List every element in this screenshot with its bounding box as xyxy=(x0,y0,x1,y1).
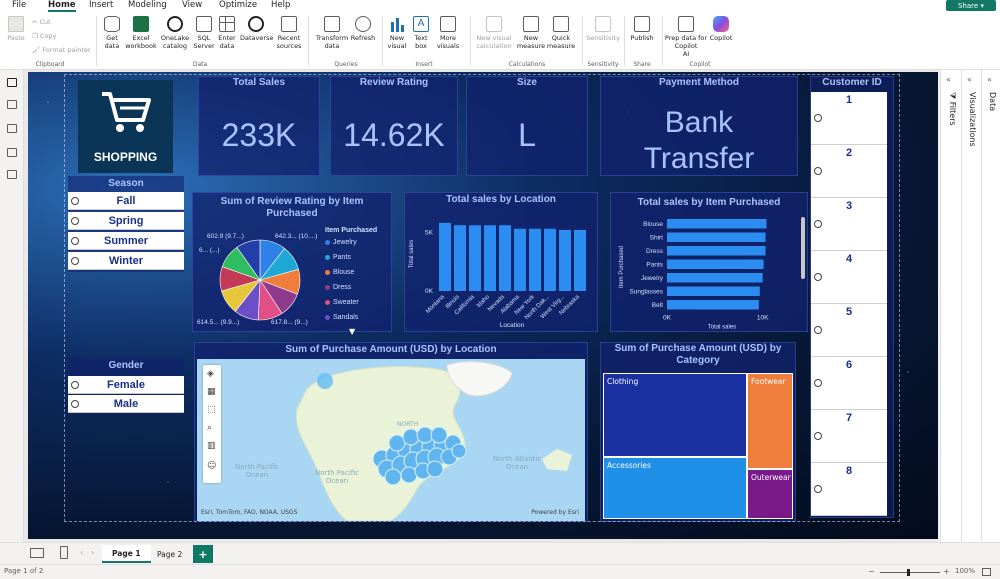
status-bar: Page 1 of 2 − + 100% xyxy=(0,564,1000,579)
more-visuals-icon xyxy=(440,16,456,32)
bar-chart-icon xyxy=(389,16,405,32)
group-share: Share xyxy=(633,61,651,68)
group-sensitivity: Sensitivity xyxy=(587,61,619,68)
dataverse-icon xyxy=(248,16,264,32)
page-count: Page 1 of 2 xyxy=(4,567,44,575)
desktop-layout-icon[interactable] xyxy=(30,548,44,558)
data-pane[interactable]: « Data xyxy=(981,70,1000,542)
excel-icon xyxy=(133,16,149,32)
menu-help[interactable]: Help xyxy=(271,0,290,10)
copilot-button[interactable]: Copilot xyxy=(708,16,734,42)
brush-icon: 🖌 xyxy=(32,46,43,54)
calculator-icon xyxy=(523,16,539,32)
sensitivity-button[interactable]: Sensitivity xyxy=(586,16,620,42)
report-view-icon[interactable] xyxy=(7,78,17,87)
paste-button[interactable]: Paste xyxy=(4,16,28,42)
mobile-layout-icon[interactable] xyxy=(60,546,68,559)
chevron-down-icon: ▾ xyxy=(978,1,984,10)
publish-icon xyxy=(634,16,650,32)
new-visual-button[interactable]: New visual xyxy=(386,16,408,50)
prep-data-icon xyxy=(678,16,694,32)
table-icon xyxy=(219,16,235,32)
model-view-icon[interactable] xyxy=(7,124,17,133)
page-tab-bar: ‹ › Page 1 Page 2 + xyxy=(0,542,1000,564)
format-painter-button[interactable]: 🖌 Format painter xyxy=(32,46,91,54)
zoom-slider-thumb[interactable] xyxy=(907,569,910,576)
quick-measure-icon xyxy=(553,16,569,32)
copy-button[interactable]: ❐ Copy xyxy=(32,32,56,40)
table-view-icon[interactable] xyxy=(7,100,17,109)
view-switcher xyxy=(0,70,24,542)
new-visual-calculation-button[interactable]: New visual calculation xyxy=(474,16,514,50)
onelake-icon xyxy=(167,16,183,32)
sql-icon xyxy=(196,16,212,32)
group-insert: Insert xyxy=(415,61,433,68)
cut-button[interactable]: ✂ Cut xyxy=(32,18,51,26)
report-page: SHOPPING Total Sales 233K Review Rating … xyxy=(28,72,938,539)
menu-bar: File Home Insert Modeling View Optimize … xyxy=(0,0,1000,12)
enter-data-button[interactable]: Enter data xyxy=(216,16,238,50)
transform-data-button[interactable]: Transform data xyxy=(314,16,350,50)
refresh-button[interactable]: Refresh xyxy=(350,16,376,42)
excel-workbook-button[interactable]: Excel workbook xyxy=(125,16,157,50)
clock-icon xyxy=(281,16,297,32)
menu-modeling[interactable]: Modeling xyxy=(128,0,167,10)
menu-file[interactable]: File xyxy=(12,0,26,10)
copilot-icon xyxy=(713,16,729,32)
copy-icon: ❐ xyxy=(32,32,40,40)
selection-outline xyxy=(64,74,900,522)
zoom-out-icon[interactable]: − xyxy=(868,567,875,576)
refresh-icon xyxy=(355,16,371,32)
text-box-icon: A xyxy=(413,16,429,32)
group-data: Data xyxy=(192,61,208,68)
sql-server-button[interactable]: SQL Server xyxy=(193,16,215,50)
more-visuals-button[interactable]: More visuals xyxy=(433,16,463,50)
filter-icon: ⧩ xyxy=(948,92,957,102)
scroll-left-icon[interactable]: ‹ xyxy=(80,548,83,557)
paste-icon xyxy=(8,16,24,32)
side-panes: « ⧩ Filters « Visualizations « Data xyxy=(940,70,1000,542)
quick-measure-button[interactable]: Quick measure xyxy=(546,16,576,50)
menu-view[interactable]: View xyxy=(182,0,202,10)
tmdl-view-icon[interactable] xyxy=(7,170,17,179)
calculator-icon xyxy=(486,16,502,32)
visualizations-pane[interactable]: « Visualizations xyxy=(961,70,981,542)
tab-page-1[interactable]: Page 1 xyxy=(102,545,151,563)
text-box-button[interactable]: A Text box xyxy=(410,16,432,50)
zoom-in-icon[interactable]: + xyxy=(943,567,950,576)
tab-page-2[interactable]: Page 2 xyxy=(147,545,192,563)
add-page-button[interactable]: + xyxy=(193,545,213,563)
filters-pane[interactable]: « ⧩ Filters xyxy=(941,70,961,542)
dataverse-button[interactable]: Dataverse xyxy=(240,16,273,42)
scissors-icon: ✂ xyxy=(32,18,40,26)
publish-button[interactable]: Publish xyxy=(628,16,656,42)
zoom-level: 100% xyxy=(955,567,976,575)
prep-data-copilot-button[interactable]: Prep data for Copilot AI xyxy=(664,16,708,58)
menu-insert[interactable]: Insert xyxy=(89,0,113,10)
recent-sources-button[interactable]: Recent sources xyxy=(274,16,304,50)
new-measure-button[interactable]: New measure xyxy=(516,16,546,50)
get-data-button[interactable]: Get data xyxy=(100,16,124,50)
transform-icon xyxy=(324,16,340,32)
collapse-icon[interactable]: « xyxy=(967,75,972,84)
collapse-icon[interactable]: « xyxy=(987,75,992,84)
database-icon xyxy=(104,16,120,32)
menu-home[interactable]: Home xyxy=(48,0,76,12)
group-queries: Queries xyxy=(334,61,358,68)
share-button[interactable]: Share ▾ xyxy=(946,0,996,11)
zoom-slider[interactable] xyxy=(880,572,940,573)
fit-page-icon[interactable] xyxy=(982,568,991,576)
onelake-catalog-button[interactable]: OneLake catalog xyxy=(158,16,192,50)
scroll-right-icon[interactable]: › xyxy=(91,548,94,557)
group-clipboard: Clipboard xyxy=(35,61,65,68)
dax-query-icon[interactable] xyxy=(7,148,17,157)
shield-icon xyxy=(595,16,611,32)
group-calculations: Calculations xyxy=(508,61,546,68)
menu-optimize[interactable]: Optimize xyxy=(219,0,257,10)
group-copilot: Copilot xyxy=(689,61,711,68)
ribbon: Paste ✂ Cut ❐ Copy 🖌 Format painter Clip… xyxy=(0,12,1000,70)
collapse-icon[interactable]: « xyxy=(946,75,951,84)
